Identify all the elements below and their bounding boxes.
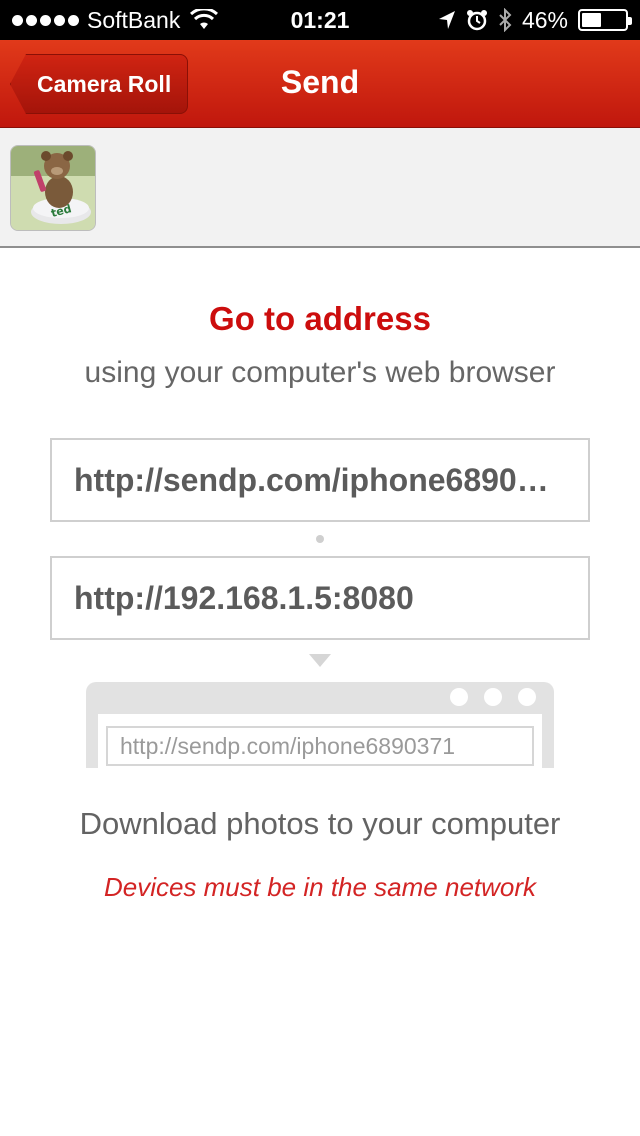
alarm-icon	[466, 10, 487, 31]
browser-address-bar: http://sendp.com/iphone6890371	[106, 726, 534, 766]
bluetooth-icon	[499, 8, 512, 32]
primary-url-field[interactable]: http://sendp.com/iphone6890371	[50, 438, 590, 522]
instruction-heading: Go to address	[209, 300, 431, 337]
down-arrow-icon	[309, 654, 331, 667]
status-bar: SoftBank 01:21 46%	[0, 0, 640, 40]
location-arrow-icon	[438, 11, 455, 29]
photo-thumbnail[interactable]: ted	[10, 145, 96, 231]
browser-body: http://sendp.com/iphone6890371	[98, 714, 542, 768]
battery-icon	[578, 9, 632, 31]
window-button-icon	[518, 688, 536, 706]
window-button-icon	[484, 688, 502, 706]
teddy-bear-photo: ted	[11, 146, 95, 230]
separator-dot	[316, 535, 324, 543]
battery-percent: 46%	[521, 6, 568, 33]
window-button-icon	[450, 688, 468, 706]
navigation-bar: Camera Roll Send	[0, 40, 640, 128]
download-caption: Download photos to your computer	[79, 806, 561, 841]
instruction-subheading: using your computer's web browser	[84, 356, 556, 389]
browser-illustration: http://sendp.com/iphone6890371	[86, 682, 554, 768]
window-buttons	[450, 688, 536, 706]
photo-strip: ted	[0, 128, 640, 248]
status-right: 46%	[438, 0, 632, 40]
local-url-field[interactable]: http://192.168.1.5:8080	[50, 556, 590, 640]
network-note: Devices must be in the same network	[103, 872, 537, 902]
camera-roll-back-button[interactable]: Camera Roll	[10, 54, 189, 114]
